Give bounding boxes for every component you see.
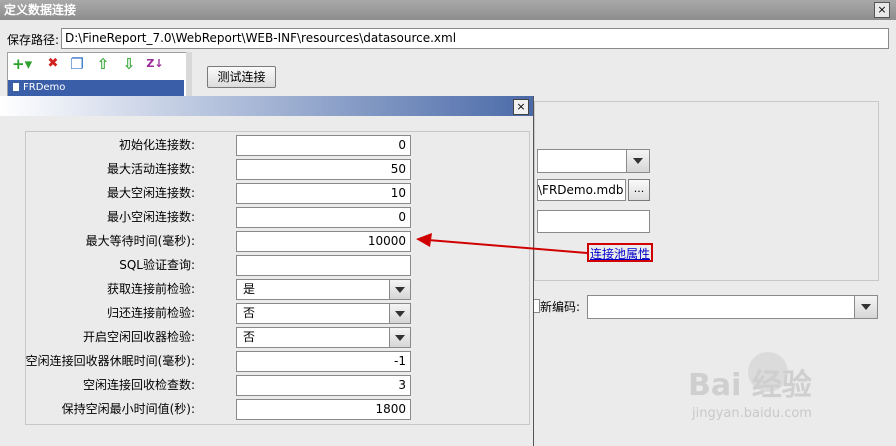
chevron-down-icon[interactable]: [389, 304, 410, 323]
row-label: 归还连接前检验:: [106, 306, 195, 320]
move-down-icon[interactable]: ⇩: [120, 55, 138, 73]
select-value: 否: [243, 330, 256, 344]
row-label: 空闲连接回收检查数:: [82, 378, 195, 392]
row-label: 最大活动连接数:: [106, 162, 195, 176]
browse-button[interactable]: ...: [628, 179, 650, 201]
copy-icon[interactable]: ❐: [68, 55, 86, 73]
row-label: 保持空闲最小时间值(秒):: [61, 402, 195, 416]
save-path-label: 保存路径:: [7, 33, 60, 47]
database-file-input[interactable]: \FRDemo.mdb: [537, 179, 626, 201]
row-label: 开启空闲回收器检验:: [82, 330, 195, 344]
move-up-icon[interactable]: ⇧: [94, 55, 112, 73]
row-label: 最小空闲连接数:: [106, 210, 195, 224]
max-active-input[interactable]: 50: [236, 159, 411, 180]
pool-settings-form: 初始化连接数: 0 最大活动连接数: 50 最大空闲连接数: 10 最小空闲连接…: [25, 131, 530, 425]
max-idle-input[interactable]: 10: [236, 183, 411, 204]
database-icon: [13, 83, 19, 91]
dialog-close-button[interactable]: ×: [513, 99, 529, 115]
connection-pool-dialog: × 初始化连接数: 0 最大活动连接数: 50 最大空闲连接数: 10 最小空闲…: [0, 96, 534, 446]
test-on-return-select[interactable]: 否: [236, 303, 411, 324]
add-icon[interactable]: +▾: [12, 55, 32, 73]
test-connection-button[interactable]: 测试连接: [207, 66, 276, 88]
driver-select[interactable]: [537, 149, 650, 173]
min-idle-input[interactable]: 0: [236, 207, 411, 228]
chevron-down-icon[interactable]: [389, 280, 410, 299]
chevron-down-icon[interactable]: [854, 296, 877, 318]
save-path-input[interactable]: D:\FineReport_7.0\WebReport\WEB-INF\reso…: [61, 28, 889, 49]
test-on-borrow-select[interactable]: 是: [236, 279, 411, 300]
connection-pool-link[interactable]: 连接池属性: [587, 243, 653, 262]
window-title: 定义数据连接: [0, 0, 896, 20]
row-label: 初始化连接数:: [118, 138, 195, 152]
min-evictable-idle-input[interactable]: 1800: [236, 399, 411, 420]
row-label: 获取连接前检验:: [106, 282, 195, 296]
connection-name: FRDemo: [23, 82, 66, 93]
user-field[interactable]: [537, 210, 650, 233]
select-value: 是: [243, 282, 256, 296]
initial-connections-input[interactable]: 0: [236, 135, 411, 156]
evictor-sleep-input[interactable]: -1: [236, 351, 411, 372]
encoding-select[interactable]: [587, 295, 878, 319]
window-close-button[interactable]: ×: [874, 2, 890, 18]
test-while-idle-select[interactable]: 否: [236, 327, 411, 348]
connection-item-frdemo[interactable]: FRDemo: [8, 80, 184, 96]
row-label: SQL验证查询:: [119, 258, 195, 272]
encoding-label: 新编码:: [540, 300, 581, 314]
watermark-url: jingyan.baidu.com: [692, 406, 812, 421]
chevron-down-icon[interactable]: [626, 150, 649, 172]
panel-splitter[interactable]: [186, 52, 192, 96]
max-wait-input[interactable]: 10000: [236, 231, 411, 252]
sort-icon[interactable]: Z↓: [146, 55, 164, 73]
row-label: 空闲连接回收器休眠时间(毫秒):: [25, 354, 195, 368]
watermark-brand: Bai 经验: [688, 368, 812, 403]
dialog-title-bar: [0, 96, 533, 116]
delete-icon[interactable]: ✖: [44, 55, 62, 73]
row-label: 最大等待时间(毫秒):: [85, 234, 195, 248]
chevron-down-icon[interactable]: [389, 328, 410, 347]
validation-query-input[interactable]: [236, 255, 411, 276]
select-value: 否: [243, 306, 256, 320]
tests-per-eviction-input[interactable]: 3: [236, 375, 411, 396]
row-label: 最大空闲连接数:: [106, 186, 195, 200]
